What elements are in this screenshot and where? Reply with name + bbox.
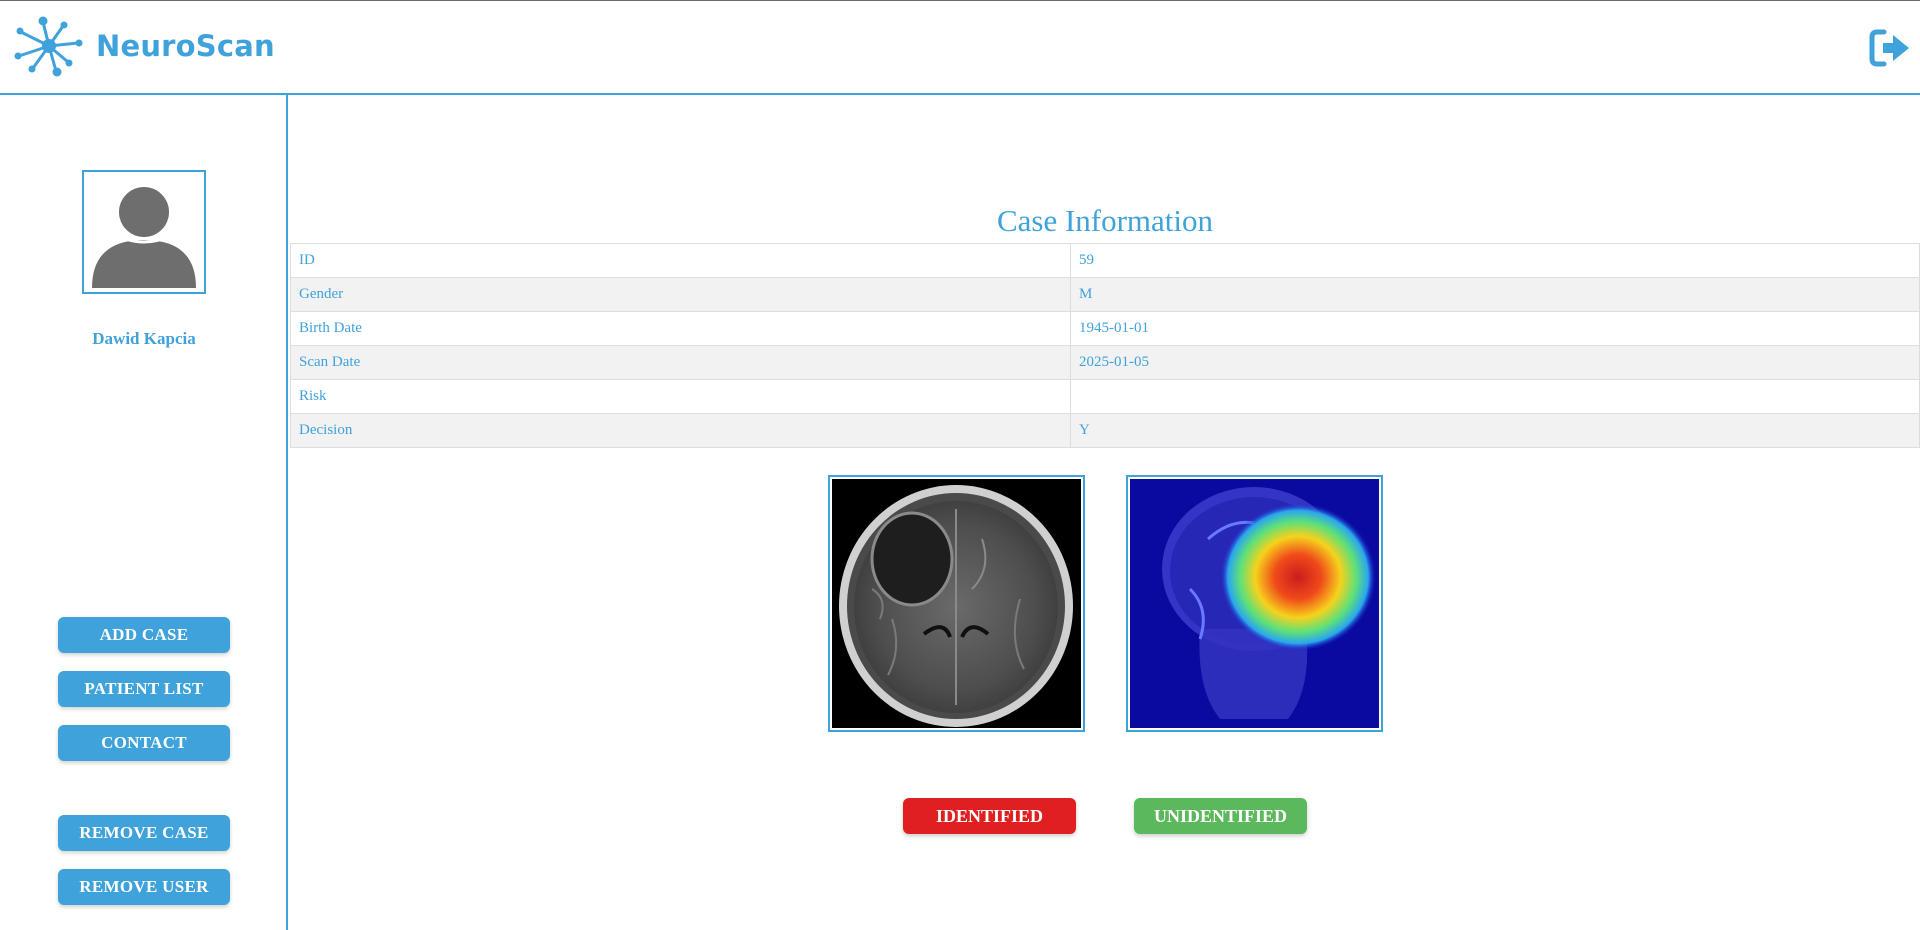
row-label: Decision bbox=[290, 413, 1071, 448]
main-content: Case Information ID 59 Gender M Birth Da… bbox=[290, 95, 1920, 930]
case-title: Case Information bbox=[996, 203, 1214, 238]
row-value: Y bbox=[1070, 413, 1920, 448]
sign-out-icon bbox=[1869, 29, 1909, 67]
row-value: 2025-01-05 bbox=[1070, 345, 1920, 380]
sidebar: Dawid Kapcia ADD CASE PATIENT LIST CONTA… bbox=[0, 95, 288, 930]
add-case-button[interactable]: ADD CASE bbox=[58, 617, 230, 653]
table-row: Gender M bbox=[290, 277, 1920, 312]
brain-heatmap-icon bbox=[1130, 479, 1379, 728]
heatmap-scan-image[interactable] bbox=[1126, 475, 1383, 732]
row-label: Birth Date bbox=[290, 311, 1071, 346]
row-label: Risk bbox=[290, 379, 1071, 414]
row-value bbox=[1070, 379, 1920, 414]
row-value: M bbox=[1070, 277, 1920, 312]
table-row: Risk bbox=[290, 379, 1920, 414]
row-label: Scan Date bbox=[290, 345, 1071, 380]
contact-button[interactable]: CONTACT bbox=[58, 725, 230, 761]
patient-list-button[interactable]: PATIENT LIST bbox=[58, 671, 230, 707]
row-label: Gender bbox=[290, 277, 1071, 312]
case-info-table: ID 59 Gender M Birth Date 1945-01-01 Sca… bbox=[290, 243, 1920, 448]
identified-button[interactable]: IDENTIFIED bbox=[903, 798, 1076, 834]
user-avatar[interactable] bbox=[82, 170, 206, 294]
table-row: ID 59 bbox=[290, 243, 1920, 278]
remove-case-button[interactable]: REMOVE CASE bbox=[58, 815, 230, 851]
mri-scan-image[interactable] bbox=[828, 475, 1085, 732]
row-label: ID bbox=[290, 243, 1071, 278]
user-name: Dawid Kapcia bbox=[92, 329, 196, 348]
row-value: 59 bbox=[1070, 243, 1920, 278]
brand-logo[interactable]: NeuroScan bbox=[12, 14, 275, 78]
table-row: Birth Date 1945-01-01 bbox=[290, 311, 1920, 346]
brand-name: NeuroScan bbox=[96, 29, 275, 63]
neuron-network-icon bbox=[14, 16, 83, 77]
logout-button[interactable] bbox=[1868, 27, 1912, 69]
table-row: Scan Date 2025-01-05 bbox=[290, 345, 1920, 380]
unidentified-button[interactable]: UNIDENTIFIED bbox=[1134, 798, 1307, 834]
remove-user-button[interactable]: REMOVE USER bbox=[58, 869, 230, 905]
user-avatar-icon bbox=[92, 187, 196, 288]
table-row: Decision Y bbox=[290, 413, 1920, 448]
row-value: 1945-01-01 bbox=[1070, 311, 1920, 346]
top-navbar: NeuroScan bbox=[0, 0, 1920, 95]
brain-mri-icon bbox=[832, 479, 1081, 728]
